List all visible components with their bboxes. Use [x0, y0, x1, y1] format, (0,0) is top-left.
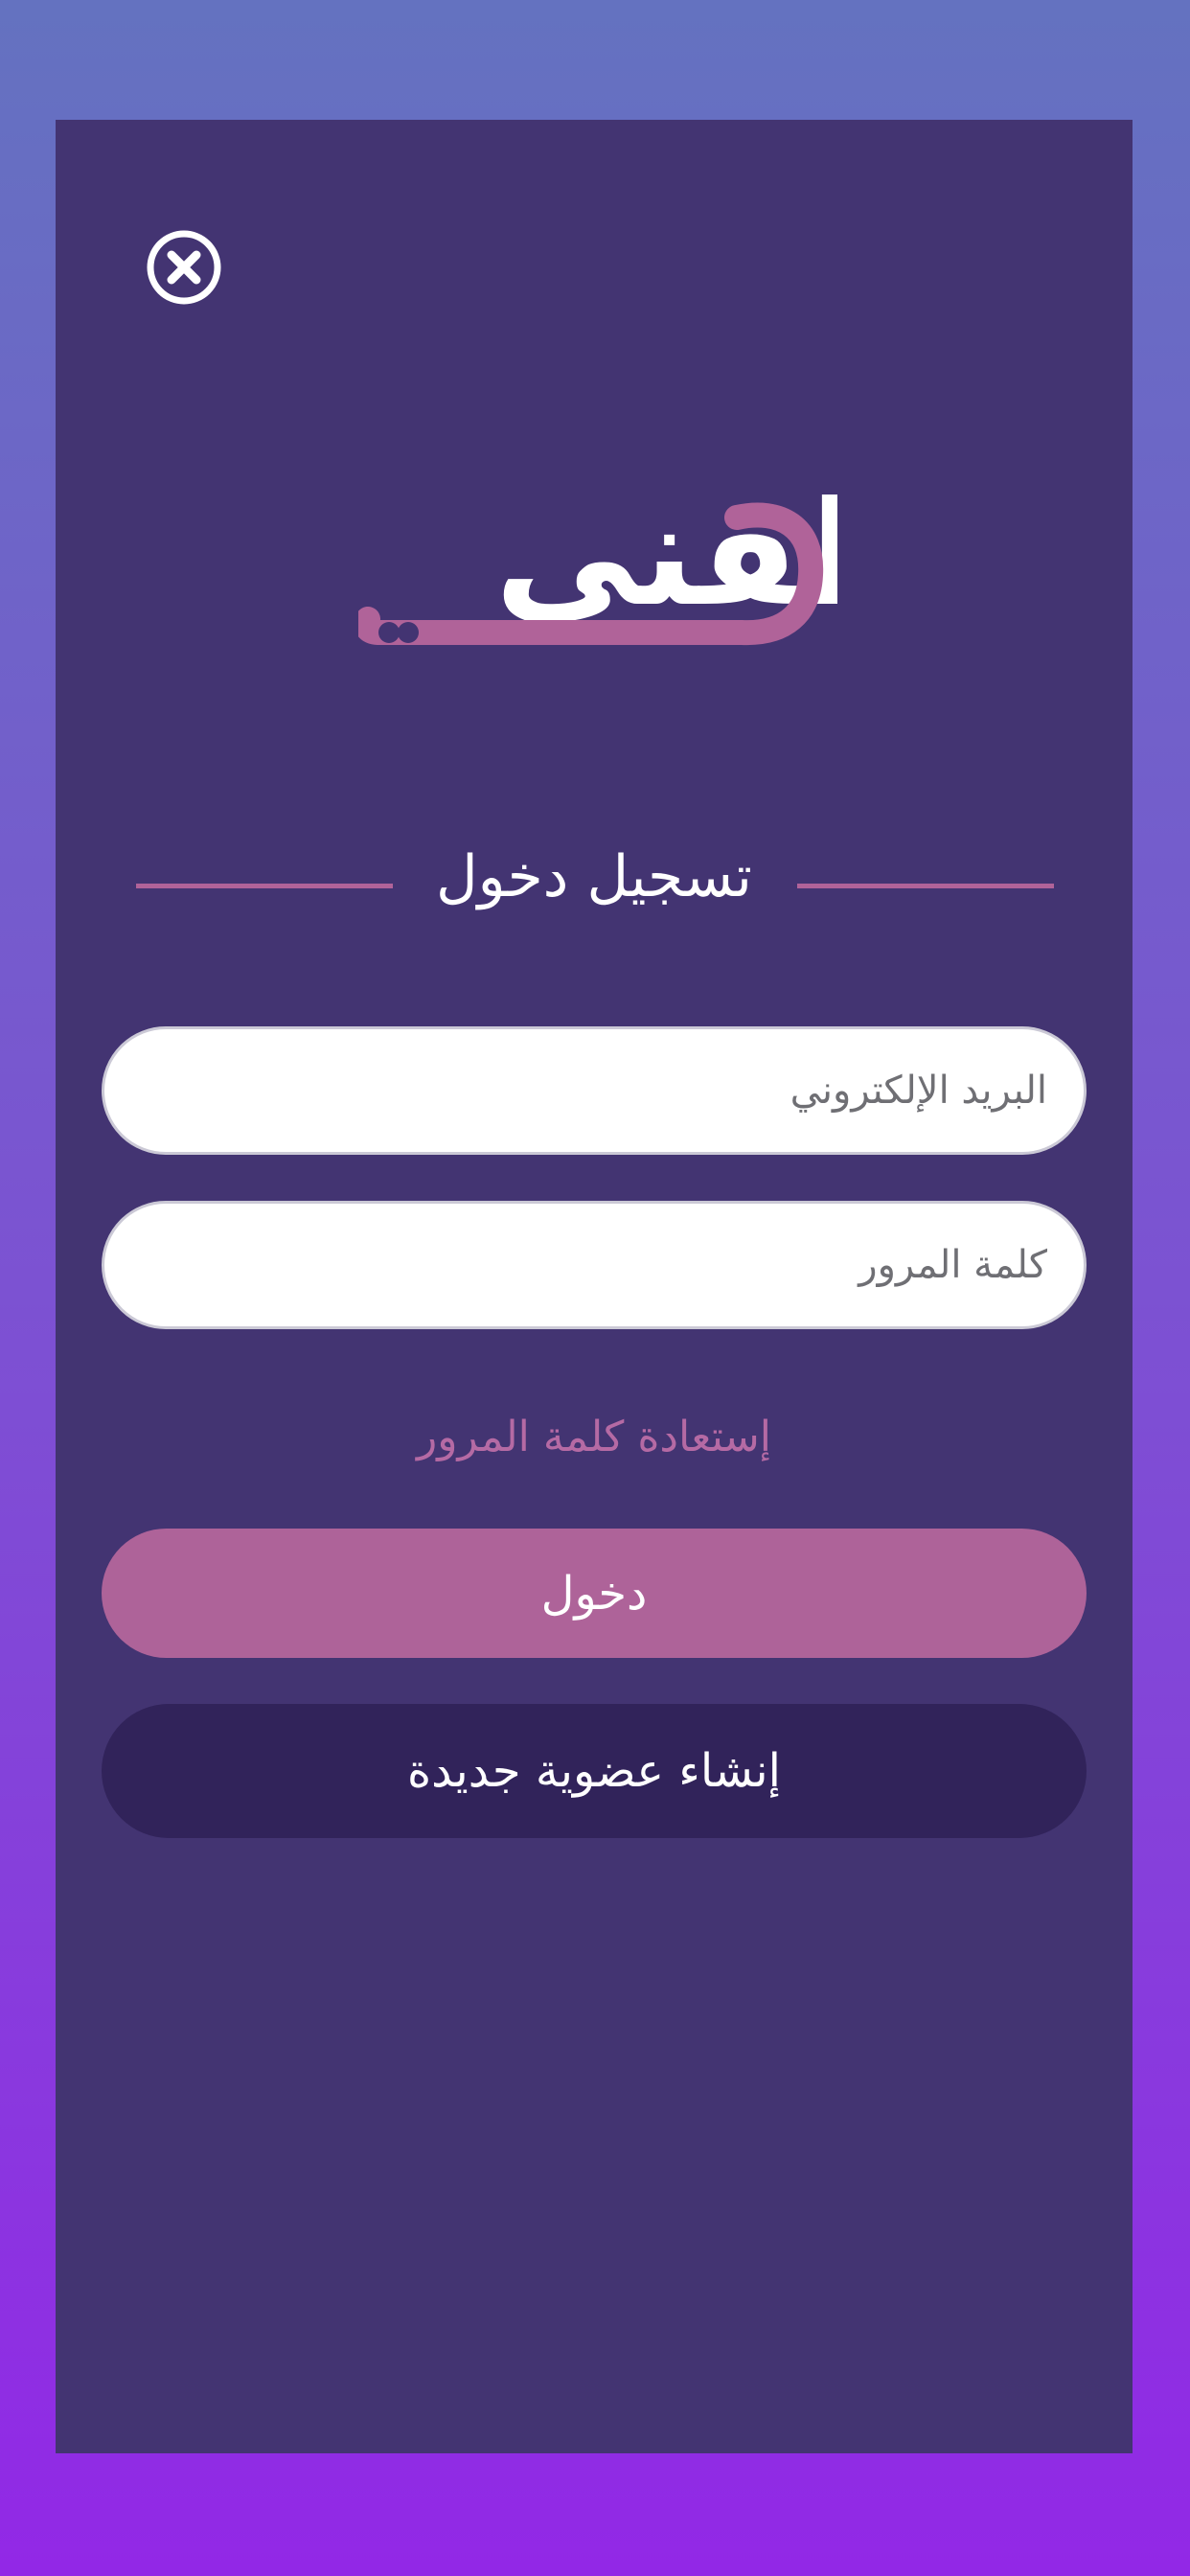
password-field[interactable]: [102, 1201, 1087, 1329]
login-panel: وظفني تسجيل دخول إستعادة كلمة المرور دخو…: [56, 120, 1133, 2453]
page-title: تسجيل دخول: [436, 843, 752, 910]
close-icon: [147, 230, 221, 305]
login-button[interactable]: دخول: [102, 1529, 1087, 1658]
close-button[interactable]: [146, 229, 222, 306]
forgot-password-link[interactable]: إستعادة كلمة المرور: [102, 1404, 1087, 1471]
register-button[interactable]: إنشاء عضوية جديدة: [102, 1704, 1087, 1838]
title-divider-left: [136, 884, 393, 888]
title-divider-right: [797, 884, 1054, 888]
brand-logo: وظفني: [358, 460, 837, 661]
email-field[interactable]: [102, 1026, 1087, 1155]
